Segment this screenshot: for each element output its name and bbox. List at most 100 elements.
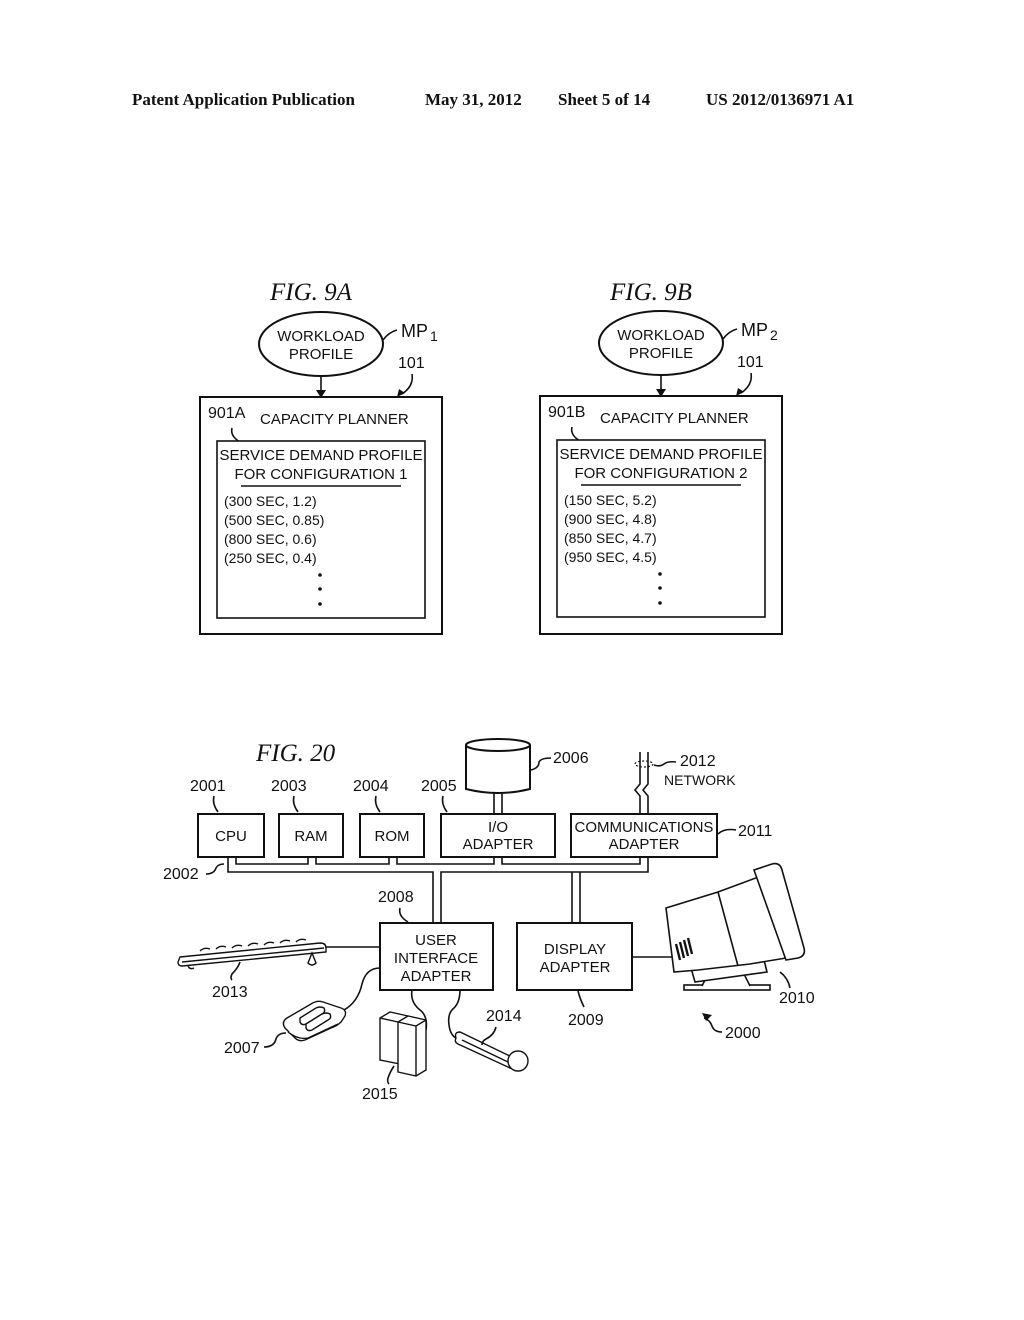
ref-2009-leader (577, 990, 585, 1008)
mp-leader (722, 328, 738, 340)
ref-2012: 2012 (680, 753, 716, 770)
workload-profile-line1: WORKLOAD (617, 327, 705, 344)
ref-2011: 2011 (738, 823, 773, 840)
ref-2015: 2015 (362, 1086, 398, 1103)
profile-title-line1: SERVICE DEMAND PROFILE (219, 447, 422, 464)
ui-adapter-line2: INTERFACE (394, 950, 478, 967)
mp-label: MP 2 (741, 320, 778, 343)
ref-101-arrowhead (397, 389, 405, 397)
system-bus (227, 857, 649, 922)
microphone-cable (447, 989, 461, 1039)
workload-profile-line2: PROFILE (629, 345, 693, 362)
ref-2009: 2009 (568, 1012, 604, 1029)
mp-label: MP 1 (401, 321, 438, 344)
ref-2001: 2001 (190, 778, 226, 795)
ref-2001-leader (212, 795, 219, 813)
ref-2007-leader (263, 1032, 287, 1048)
profile-title-line1: SERVICE DEMAND PROFILE (559, 446, 762, 463)
fig-9b-title: FIG. 9B (609, 279, 692, 306)
ref-2013: 2013 (212, 984, 248, 1001)
cpu-label: CPU (215, 828, 247, 845)
ram-label: RAM (294, 828, 327, 845)
profile-row: (250 SEC, 0.4) (224, 550, 317, 566)
fig-20-title: FIG. 20 (255, 740, 336, 767)
profile-title-line2: FOR CONFIGURATION 1 (234, 466, 407, 483)
profile-row: (150 SEC, 5.2) (564, 492, 657, 508)
ellipsis-dot (318, 573, 322, 577)
ellipsis-dot (318, 587, 322, 591)
ref-2003: 2003 (271, 778, 307, 795)
communications-adapter-line1: COMMUNICATIONS (575, 819, 714, 836)
ref-2004-leader (374, 795, 381, 813)
figure-9a: FIG. 9A WORKLOAD PROFILE MP 1 101 901A CA… (199, 279, 443, 635)
io-adapter-line1: I/O (488, 819, 508, 836)
mouse-cable (343, 967, 381, 1011)
ref-2006-leader (530, 757, 552, 771)
microphone-icon (454, 1031, 529, 1072)
ref-101-leader (740, 372, 753, 394)
capacity-planner-label: CAPACITY PLANNER (260, 411, 409, 428)
rom-label: ROM (375, 828, 410, 845)
speakers-icon (379, 1011, 427, 1077)
network-connection-icon (633, 752, 654, 814)
ui-adapter-line3: ADAPTER (401, 968, 472, 985)
ellipsis-dot (318, 602, 322, 606)
ref-2012-leader (653, 760, 677, 767)
profile-row: (800 SEC, 0.6) (224, 531, 317, 547)
bus-line (235, 857, 309, 865)
ref-101: 101 (398, 355, 425, 372)
profile-row: (300 SEC, 1.2) (224, 493, 317, 509)
communications-adapter-line2: ADAPTER (609, 836, 680, 853)
ref-2014-leader (481, 1026, 497, 1046)
ref-2006: 2006 (553, 750, 589, 767)
display-adapter-line2: ADAPTER (540, 959, 611, 976)
profile-row: (900 SEC, 4.8) (564, 511, 657, 527)
mouse-icon (282, 1000, 347, 1042)
ref-2005-leader (441, 795, 448, 813)
ref-2000: 2000 (725, 1025, 761, 1042)
workload-profile-line2: PROFILE (289, 346, 353, 363)
profile-title-line2: FOR CONFIGURATION 2 (574, 465, 747, 482)
ref-2005: 2005 (421, 778, 457, 795)
ref-2010-leader (779, 971, 791, 989)
profile-row: (500 SEC, 0.85) (224, 512, 324, 528)
ref-2000-arrowhead (702, 1013, 712, 1021)
capacity-planner-label: CAPACITY PLANNER (600, 410, 749, 427)
ref-2014: 2014 (486, 1008, 522, 1025)
ref-101-leader (401, 373, 414, 395)
ref-2013-leader (230, 961, 241, 981)
ref-2008: 2008 (378, 889, 414, 906)
profile-row: (850 SEC, 4.7) (564, 530, 657, 546)
ref-2015-leader (386, 1065, 395, 1085)
bus-line (440, 857, 649, 922)
io-adapter-line2: ADAPTER (463, 836, 534, 853)
patent-drawing-sheet: FIG. 9A WORKLOAD PROFILE MP 1 101 901A CA… (163, 279, 815, 1103)
ellipsis-dot (658, 572, 662, 576)
ref-2003-leader (292, 795, 299, 813)
ref-2010: 2010 (779, 990, 815, 1007)
ref-2004: 2004 (353, 778, 389, 795)
fig-9a-title: FIG. 9A (269, 279, 353, 306)
workload-profile-line1: WORKLOAD (277, 328, 365, 345)
disk-drive-icon (465, 738, 531, 814)
ref-901b: 901B (548, 404, 585, 421)
figure-9b: FIG. 9B WORKLOAD PROFILE MP 2 101 901B CA… (539, 279, 783, 635)
bus-line (501, 857, 641, 865)
ellipsis-dot (658, 601, 662, 605)
monitor-icon (665, 862, 806, 991)
profile-row: (950 SEC, 4.5) (564, 549, 657, 565)
ref-2008-leader (398, 907, 409, 923)
ref-2007: 2007 (224, 1040, 260, 1057)
bus-line (315, 857, 390, 865)
ref-101: 101 (737, 354, 764, 371)
mp-leader (382, 329, 398, 341)
network-label: NETWORK (664, 772, 736, 788)
display-adapter-line1: DISPLAY (544, 941, 606, 958)
ref-2002-leader (205, 863, 225, 875)
ref-901a: 901A (208, 405, 246, 422)
ellipsis-dot (658, 586, 662, 590)
bus-line (396, 857, 495, 865)
ui-adapter-line1: USER (415, 932, 457, 949)
ref-101-arrowhead (736, 388, 744, 396)
keyboard-icon (177, 938, 327, 970)
